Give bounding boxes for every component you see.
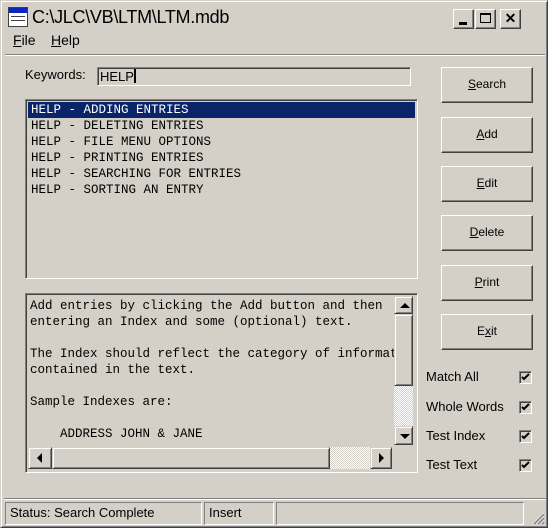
resize-grip-icon[interactable] — [531, 511, 545, 525]
search-mnemonic: S — [467, 77, 476, 91]
list-item[interactable]: HELP - PRINTING ENTRIES — [28, 150, 415, 166]
option-test-index[interactable]: Test Index — [426, 428, 538, 446]
search-button[interactable]: Search — [441, 67, 533, 103]
main-window: C:\JLC\VB\LTM\LTM.mdb ✕ File Help Keywor… — [0, 0, 548, 528]
window-title: C:\JLC\VB\LTM\LTM.mdb — [32, 7, 230, 27]
option-test-index-checkbox[interactable] — [519, 430, 532, 443]
keywords-input[interactable]: HELP — [97, 67, 411, 86]
edit-mnemonic: E — [476, 176, 485, 190]
app-window-icon[interactable] — [8, 7, 28, 27]
print-mnemonic: P — [474, 275, 483, 289]
edit-label-post: dit — [484, 176, 498, 190]
menu-separator — [5, 54, 545, 56]
checkmark-icon — [521, 403, 530, 411]
list-item[interactable]: HELP - SEARCHING FOR ENTRIES — [28, 166, 415, 182]
edit-button[interactable]: Edit — [441, 166, 533, 202]
text-line: The Index should reflect the category of… — [30, 347, 394, 361]
text-line: contained in the text. — [30, 363, 196, 377]
menu-file-mnemonic: F — [13, 32, 22, 48]
exit-label-post: it — [491, 324, 497, 338]
results-listbox[interactable]: HELP - ADDING ENTRIES HELP - DELETING ENT… — [25, 99, 418, 279]
status-separator — [4, 498, 546, 500]
add-label-post: dd — [484, 127, 498, 141]
exit-button[interactable]: Exit — [441, 314, 533, 350]
entry-textbox[interactable]: Add entries by clicking the Add button a… — [25, 293, 418, 473]
minimize-icon — [459, 22, 467, 25]
scroll-left-button[interactable] — [28, 447, 52, 469]
checkmark-icon — [521, 461, 530, 469]
horizontal-scroll-track[interactable] — [330, 447, 370, 469]
vertical-scroll-thumb[interactable] — [394, 314, 413, 386]
print-button[interactable]: Print — [441, 265, 533, 301]
menu-file[interactable]: File — [13, 32, 36, 48]
entry-text[interactable]: Add entries by clicking the Add button a… — [28, 296, 394, 446]
maximize-button[interactable] — [475, 9, 496, 29]
arrow-left-icon — [37, 453, 42, 463]
option-test-index-label: Test Index — [426, 428, 486, 443]
option-whole-words-checkbox[interactable] — [519, 401, 532, 414]
list-item[interactable]: HELP - ADDING ENTRIES — [28, 102, 415, 118]
title-bar[interactable]: C:\JLC\VB\LTM\LTM.mdb ✕ — [4, 4, 545, 30]
menu-file-label: ile — [21, 32, 36, 48]
text-line: ADDRESS JOHN & JANE — [30, 427, 203, 441]
delete-label-post: elete — [478, 225, 505, 239]
list-item[interactable]: HELP - DELETING ENTRIES — [28, 118, 415, 134]
menu-help-mnemonic: H — [51, 32, 62, 48]
horizontal-scroll-thumb[interactable] — [52, 447, 330, 469]
option-whole-words-label: Whole Words — [426, 399, 504, 414]
minimize-button[interactable] — [453, 9, 474, 29]
text-line — [30, 378, 394, 394]
option-match-all-label: Match All — [426, 369, 479, 384]
print-label-post: rint — [482, 275, 500, 289]
option-match-all-checkbox[interactable] — [519, 371, 532, 384]
menu-help-label: elp — [61, 32, 80, 48]
delete-button[interactable]: Delete — [441, 215, 533, 251]
list-item[interactable]: HELP - FILE MENU OPTIONS — [28, 134, 415, 150]
text-line — [30, 410, 394, 426]
close-button[interactable]: ✕ — [500, 9, 521, 29]
option-test-text[interactable]: Test Text — [426, 457, 538, 475]
text-line: Add entries by clicking the Add button a… — [30, 299, 383, 313]
text-line: Sample Indexes are: — [30, 395, 173, 409]
scroll-right-button[interactable] — [370, 447, 392, 469]
list-item[interactable]: HELP - SORTING AN ENTRY — [28, 182, 415, 198]
scroll-up-button[interactable] — [394, 296, 413, 314]
search-label-post: earch — [475, 77, 507, 91]
close-icon: ✕ — [504, 10, 517, 26]
checkmark-icon — [521, 432, 530, 440]
arrow-right-icon — [379, 453, 384, 463]
menu-help[interactable]: Help — [51, 32, 80, 48]
delete-mnemonic: D — [469, 225, 479, 239]
vertical-scroll-track[interactable] — [394, 386, 413, 426]
option-match-all[interactable]: Match All — [426, 369, 538, 387]
status-extra — [276, 502, 524, 525]
text-caret — [133, 69, 136, 83]
option-test-text-label: Test Text — [426, 457, 478, 472]
option-test-text-checkbox[interactable] — [519, 459, 532, 472]
arrow-down-icon — [400, 434, 410, 439]
scroll-down-button[interactable] — [394, 426, 413, 445]
text-line: entering an Index and some (optional) te… — [30, 315, 353, 329]
checkmark-icon — [521, 373, 530, 381]
exit-label-pre: E — [476, 324, 485, 338]
status-mode: Insert — [204, 502, 274, 525]
option-whole-words[interactable]: Whole Words — [426, 399, 538, 417]
add-button[interactable]: Add — [441, 117, 533, 153]
text-line — [30, 330, 394, 346]
keywords-value: HELP — [100, 69, 134, 84]
keywords-label: Keywords: — [25, 67, 86, 82]
maximize-icon — [480, 13, 491, 23]
arrow-up-icon — [400, 303, 410, 308]
status-message: Status: Search Complete — [5, 502, 202, 525]
